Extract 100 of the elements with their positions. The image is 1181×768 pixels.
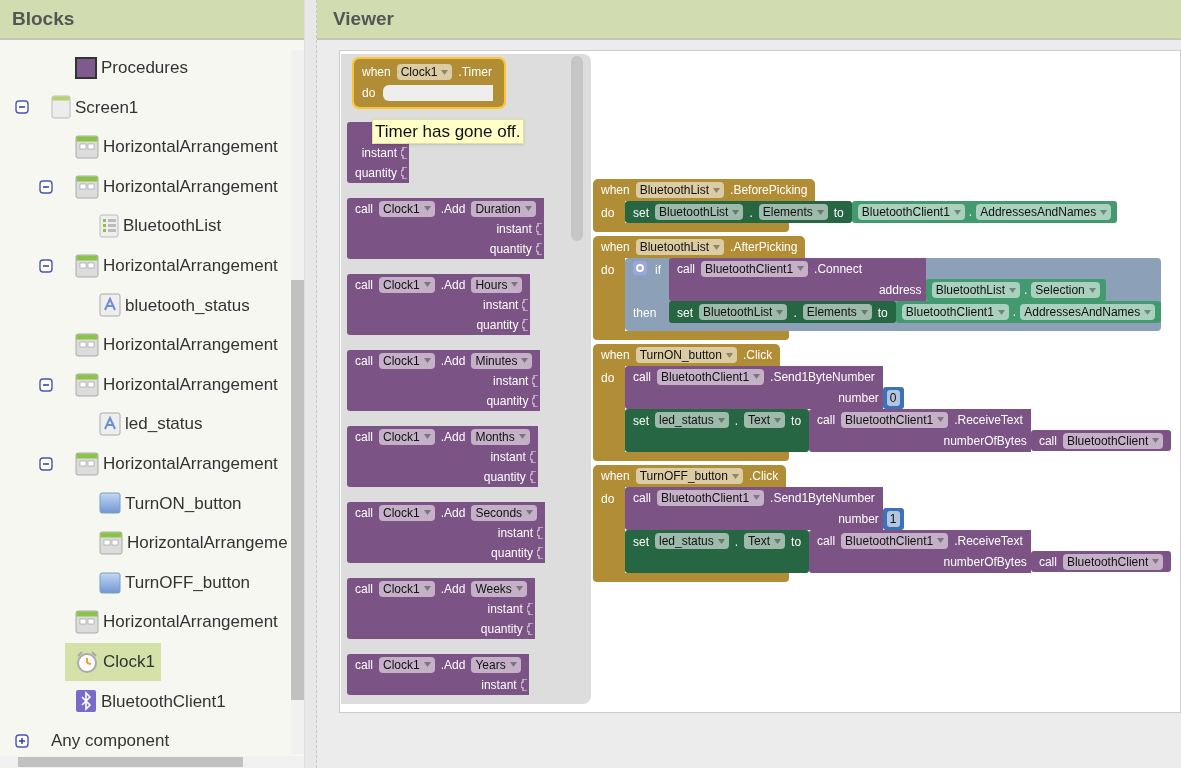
dropdown-field[interactable]: BluetoothClient1 — [841, 411, 949, 428]
dropdown-field[interactable]: AddressesAndNames — [1020, 304, 1156, 320]
tree-item[interactable]: TurnOFF_button — [89, 563, 257, 602]
dropdown-field[interactable]: Weeks — [471, 580, 527, 597]
dropdown-field[interactable]: Clock1 — [396, 64, 453, 80]
call-block[interactable]: call Clock1 .Add Minutes instant quantity — [347, 350, 541, 411]
event-block[interactable]: when Clock1 .Timer do — [354, 59, 504, 107]
block-label: .Add — [440, 504, 466, 522]
dropdown-field[interactable]: AddressesAndNames — [976, 204, 1112, 220]
setter-block[interactable]: set BluetoothList . Elements to — [669, 301, 896, 323]
dropdown-field[interactable]: Seconds — [471, 504, 538, 521]
expand-icon[interactable] — [15, 733, 29, 748]
arrangement-icon — [75, 610, 99, 635]
tree-item[interactable]: HorizontalArrangement — [65, 325, 284, 364]
dropdown-field[interactable]: Clock1 — [379, 428, 435, 445]
dropdown-field[interactable]: BluetoothClient1 — [657, 368, 765, 385]
dropdown-field[interactable]: BluetoothClient1 — [657, 489, 765, 506]
call-block[interactable]: call BluetoothClient — [1030, 430, 1172, 451]
collapse-icon[interactable] — [39, 258, 53, 273]
dropdown-field[interactable]: BluetoothList — [655, 204, 744, 220]
dropdown-field[interactable]: Hours — [471, 276, 523, 293]
event-block[interactable]: when TurnON_button .Click — [593, 344, 781, 366]
call-block[interactable]: call BluetoothClient1 .Connect address BluetoothList . Selection — [669, 258, 1162, 301]
block-label: quantity — [476, 317, 519, 334]
tree-item[interactable]: HorizontalArrangement — [65, 444, 284, 483]
dropdown-field[interactable]: Selection — [1031, 282, 1100, 298]
dropdown-field[interactable]: TurnOFF_button — [635, 468, 743, 484]
event-block[interactable]: when BluetoothList .BeforePicking — [593, 179, 816, 201]
tree-item[interactable]: Procedures — [65, 48, 194, 87]
tree-item[interactable]: Screen1 — [41, 88, 145, 127]
call-block[interactable]: call BluetoothClient1 .ReceiveText numberOfBytes call BluetoothClient — [809, 409, 1172, 452]
call-block[interactable]: call Clock1 .Add Seconds instant quantity — [347, 502, 546, 563]
tree-item[interactable]: Clock1 — [65, 642, 161, 681]
caret-icon — [953, 209, 961, 215]
dropdown-field[interactable]: BluetoothList — [635, 182, 725, 198]
event-block[interactable]: when BluetoothList .AfterPicking — [593, 236, 806, 258]
call-block[interactable]: call Clock1 .Add Duration instant quantity — [347, 198, 544, 259]
setter-block[interactable]: set BluetoothList . Elements to — [625, 201, 852, 223]
tree-item[interactable]: BluetoothList — [89, 207, 228, 246]
block-label: . — [734, 413, 739, 430]
dropdown-field[interactable]: Clock1 — [379, 580, 435, 597]
blocks-workspace[interactable] — [339, 50, 1181, 713]
tree-item[interactable]: HorizontalArrangeme — [89, 523, 291, 562]
tree-item[interactable]: HorizontalArrangement — [65, 603, 284, 642]
collapse-icon[interactable] — [39, 377, 53, 392]
scrollbar[interactable] — [291, 50, 304, 754]
dropdown-field[interactable]: Clock1 — [379, 352, 435, 369]
call-block[interactable]: call Clock1 .Add Hours instant quantity — [347, 274, 531, 335]
call-block[interactable]: call Clock1 .Add Months instant quantity — [347, 426, 538, 487]
dropdown-field[interactable]: led_status — [655, 412, 729, 428]
dropdown-field[interactable]: BluetoothClient1 — [701, 260, 809, 277]
tree-item[interactable]: bluetooth_status — [89, 286, 256, 325]
setter-block[interactable]: set led_status . Text to — [625, 409, 810, 452]
scrollbar[interactable] — [571, 56, 583, 241]
getter-block[interactable]: BluetoothClient1 . AddressesAndNames — [851, 201, 1118, 223]
dropdown-field[interactable]: Clock1 — [379, 504, 435, 521]
tree-item[interactable]: Any component — [41, 721, 176, 756]
dropdown-field[interactable]: BluetoothClient — [1062, 432, 1164, 449]
dropdown-field[interactable]: Duration — [471, 200, 536, 217]
collapse-icon[interactable] — [39, 456, 53, 471]
event-block[interactable]: when TurnOFF_button .Click — [593, 465, 787, 487]
dropdown-field[interactable]: BluetoothClient1 — [841, 532, 949, 549]
tree-item[interactable]: HorizontalArrangement — [65, 128, 284, 166]
tree-item[interactable]: HorizontalArrangement — [65, 167, 284, 206]
dropdown-field[interactable]: Text — [744, 533, 786, 549]
dropdown-field[interactable]: BluetoothClient — [1062, 553, 1164, 570]
dropdown-field[interactable]: BluetoothList — [931, 282, 1020, 298]
tree-item[interactable]: led_status — [89, 405, 209, 444]
dropdown-field[interactable]: Months — [471, 428, 530, 445]
collapse-icon[interactable] — [15, 100, 29, 115]
dropdown-field[interactable]: BluetoothList — [699, 304, 788, 320]
call-block[interactable]: call BluetoothClient — [1030, 551, 1172, 572]
tree-item[interactable]: HorizontalArrangement — [65, 246, 284, 285]
dropdown-field[interactable]: led_status — [655, 533, 729, 549]
caret-icon — [1088, 287, 1096, 293]
call-block[interactable]: call BluetoothClient1 .ReceiveText numberOfBytes call BluetoothClient — [809, 530, 1172, 573]
tree-item[interactable]: BluetoothClient1 — [65, 682, 232, 721]
caret-icon — [423, 206, 431, 211]
dropdown-field[interactable]: Clock1 — [379, 276, 435, 293]
dropdown-field[interactable]: Text — [744, 412, 786, 428]
setter-block[interactable]: set led_status . Text to — [625, 530, 810, 573]
dropdown-field[interactable]: TurnON_button — [635, 347, 737, 363]
dropdown-field[interactable]: BluetoothList — [635, 239, 725, 255]
tree-item[interactable]: HorizontalArrangement — [65, 365, 284, 404]
call-block[interactable]: call Clock1 .Add Weeks instant quantity — [347, 578, 535, 639]
collapse-icon[interactable] — [39, 179, 53, 194]
if-block[interactable]: if call BluetoothClient1 .Connect address BluetoothList . Selection then set BluetoothList . Elements to BluetoothClient1 . AddressesAndNames — [625, 258, 1162, 331]
dropdown-field[interactable]: Clock1 — [379, 656, 435, 673]
getter-block[interactable]: BluetoothList . Selection — [925, 279, 1106, 301]
dropdown-field[interactable]: BluetoothClient1 — [857, 204, 965, 220]
getter-block[interactable]: BluetoothClient1 . AddressesAndNames — [895, 301, 1162, 323]
horizontal-scrollbar[interactable] — [0, 756, 304, 768]
dropdown-field[interactable]: BluetoothClient1 — [901, 304, 1009, 320]
block-label: set — [633, 534, 649, 551]
dropdown-field[interactable]: Years — [471, 656, 521, 673]
tree-item[interactable]: TurnON_button — [89, 484, 248, 523]
dropdown-field[interactable]: Elements — [758, 204, 828, 220]
dropdown-field[interactable]: Clock1 — [379, 200, 435, 217]
dropdown-field[interactable]: Elements — [802, 304, 872, 320]
dropdown-field[interactable]: Minutes — [471, 352, 533, 369]
